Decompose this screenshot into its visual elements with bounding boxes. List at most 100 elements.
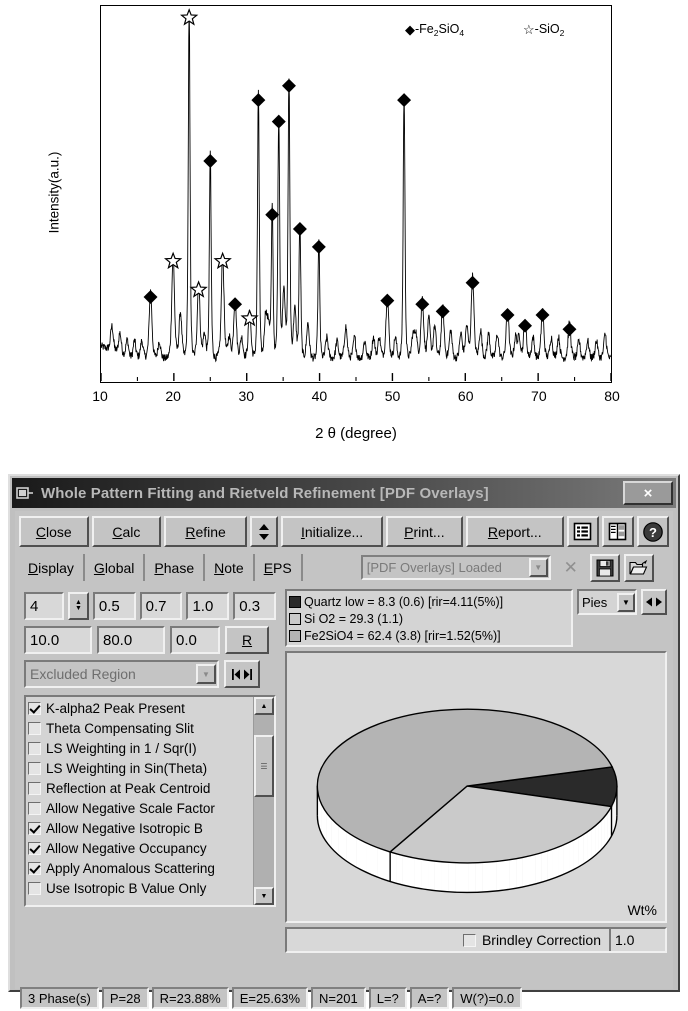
- pdf-overlay-dropdown[interactable]: [PDF Overlays] Loaded ▼: [360, 555, 551, 580]
- x-tick-label: 40: [311, 388, 328, 404]
- brindley-correction-label: Brindley Correction: [481, 932, 601, 948]
- option-label: Allow Negative Occupancy: [46, 840, 207, 856]
- window-close-button[interactable]: ×: [623, 481, 673, 505]
- window-titlebar[interactable]: Whole Pattern Fitting and Rietveld Refin…: [12, 478, 676, 508]
- option-label: Use Isotropic B Value Only: [46, 880, 207, 896]
- open-button[interactable]: [623, 553, 654, 582]
- tab-phase[interactable]: Phase: [145, 554, 206, 581]
- spinner-down-icon[interactable]: ▼: [75, 605, 82, 612]
- tab-display[interactable]: Display: [19, 554, 85, 581]
- options-list: K-alpha2 Peak Present Theta Compensating …: [26, 697, 253, 905]
- options-checklist[interactable]: K-alpha2 Peak Present Theta Compensating …: [24, 695, 276, 907]
- option-checkbox-row[interactable]: LS Weighting in Sin(Theta): [28, 758, 253, 778]
- pie-units-label: Wt%: [627, 902, 657, 918]
- phase-legend-item[interactable]: Fe2SiO4 = 62.4 (3.8) [rir=1.52(5%)]: [289, 627, 571, 644]
- pie-chart-area[interactable]: Wt%: [285, 651, 667, 923]
- refine-spinner-button[interactable]: [249, 516, 279, 547]
- close-button[interactable]: Close: [19, 516, 89, 547]
- window-client-area: Close Calc Refine Initialize... Print...…: [15, 511, 673, 1009]
- list-view-button[interactable]: [566, 516, 599, 547]
- chevron-down-icon[interactable]: ▼: [196, 664, 216, 684]
- checkbox-icon[interactable]: [28, 721, 41, 735]
- checkbox-icon[interactable]: [28, 741, 41, 755]
- save-button[interactable]: [589, 553, 620, 582]
- step-input[interactable]: 0.0: [170, 626, 220, 654]
- legend-label-fe2sio4: -Fe2SiO4: [415, 22, 465, 38]
- report-button[interactable]: Report...: [465, 516, 564, 547]
- scroll-down-button[interactable]: ▼: [254, 887, 274, 905]
- two-theta-max-input[interactable]: 80.0: [97, 626, 165, 654]
- main-toolbar: Close Calc Refine Initialize... Print...…: [19, 514, 670, 549]
- option-checkbox-row[interactable]: Allow Negative Scale Factor: [28, 798, 253, 818]
- checkbox-icon[interactable]: [28, 881, 41, 895]
- initialize-button[interactable]: Initialize...: [281, 516, 383, 547]
- two-theta-min-input[interactable]: 10.0: [24, 626, 92, 654]
- chevron-down-icon[interactable]: ▼: [617, 592, 635, 612]
- tab-eps[interactable]: EPS: [255, 554, 303, 581]
- phase-results-panel: Quartz low = 8.3 (0.6) [rir=4.11(5%)] Si …: [285, 589, 669, 979]
- help-button[interactable]: ?: [636, 516, 670, 547]
- param3-input[interactable]: 1.0: [186, 592, 230, 620]
- option-checkbox-row[interactable]: K-alpha2 Peak Present: [28, 698, 253, 718]
- option-checkbox-row[interactable]: Reflection at Peak Centroid: [28, 778, 253, 798]
- param1-input[interactable]: 0.5: [92, 592, 136, 620]
- excluded-region-dropdown[interactable]: Excluded Region ▼: [24, 660, 219, 688]
- option-label: Reflection at Peak Centroid: [46, 780, 211, 796]
- scrollbar-track[interactable]: ☰: [254, 715, 274, 887]
- chart-nav-button[interactable]: [641, 589, 667, 615]
- refine-button[interactable]: Refine: [164, 516, 247, 547]
- scrollbar-thumb[interactable]: ☰: [254, 735, 274, 797]
- scroll-up-button[interactable]: ▲: [254, 697, 274, 715]
- option-checkbox-row[interactable]: LS Weighting in 1 / Sqr(I): [28, 738, 253, 758]
- options-scrollbar[interactable]: ▲ ☰ ▼: [253, 697, 274, 905]
- checkbox-icon[interactable]: [28, 821, 41, 835]
- range-expand-button[interactable]: [224, 660, 260, 688]
- tab-note[interactable]: Note: [205, 554, 255, 581]
- excluded-region-row: Excluded Region ▼: [24, 659, 276, 689]
- option-checkbox-row[interactable]: Apply Anomalous Scattering: [28, 858, 253, 878]
- phase-legend-item[interactable]: Si O2 = 29.3 (1.1): [289, 610, 571, 627]
- phase-legend-item[interactable]: Quartz low = 8.3 (0.6) [rir=4.11(5%)]: [289, 593, 571, 610]
- phase-label: Si O2 = 29.3 (1.1): [304, 611, 404, 626]
- param4-input[interactable]: 0.3: [233, 592, 276, 620]
- option-checkbox-row[interactable]: Use Isotropic B Value Only: [28, 878, 253, 898]
- checkbox-icon[interactable]: [28, 701, 41, 715]
- option-checkbox-row[interactable]: Allow Negative Occupancy: [28, 838, 253, 858]
- checkbox-icon[interactable]: [28, 781, 41, 795]
- option-label: LS Weighting in Sin(Theta): [46, 760, 208, 776]
- brindley-correction-input[interactable]: 1.0: [609, 929, 663, 951]
- print-button[interactable]: Print...: [385, 516, 463, 547]
- split-pane-icon: [609, 522, 627, 541]
- x-tick-label: 60: [457, 388, 474, 404]
- up-down-arrows-icon: [259, 523, 270, 540]
- checkbox-icon[interactable]: [28, 801, 41, 815]
- help-question-icon: ?: [643, 521, 663, 542]
- chevron-down-icon[interactable]: ▼: [528, 558, 548, 577]
- split-view-button[interactable]: [601, 516, 634, 547]
- poly-order-input[interactable]: 4: [24, 592, 64, 620]
- option-checkbox-row[interactable]: Theta Compensating Slit: [28, 718, 253, 738]
- left-right-bar-icon: [232, 668, 252, 680]
- chart-type-dropdown[interactable]: Pies ▼: [577, 589, 637, 615]
- option-checkbox-row[interactable]: Allow Negative Isotropic B: [28, 818, 253, 838]
- param2-input[interactable]: 0.7: [139, 592, 183, 620]
- checkbox-icon[interactable]: [28, 861, 41, 875]
- left-right-arrows-icon: [646, 597, 662, 607]
- tab-global[interactable]: Global: [85, 554, 146, 581]
- table-list-icon: [573, 522, 592, 541]
- clear-overlay-button[interactable]: ✕: [556, 554, 586, 582]
- calc-button[interactable]: Calc: [91, 516, 162, 547]
- chart-type-value: Pies: [582, 594, 608, 610]
- xrd-plot-area: [100, 5, 612, 383]
- status-cell: A=?: [409, 987, 450, 1009]
- range-params-row: 10.0 80.0 0.0 R: [24, 625, 276, 655]
- range-reset-button[interactable]: R: [225, 626, 269, 654]
- display-settings-panel: 4 ▲ ▼ 0.5 0.7 1.0 0.3 10.0 80.0 0.0 R Ex…: [20, 589, 282, 979]
- poly-order-spinner[interactable]: ▲ ▼: [67, 592, 89, 620]
- brindley-correction-checkbox[interactable]: [462, 933, 476, 947]
- checkbox-icon[interactable]: [28, 761, 41, 775]
- status-cell: P=28: [101, 987, 149, 1009]
- option-label: Allow Negative Scale Factor: [46, 800, 215, 816]
- checkbox-icon[interactable]: [28, 841, 41, 855]
- phase-legend-list[interactable]: Quartz low = 8.3 (0.6) [rir=4.11(5%)] Si …: [285, 589, 573, 647]
